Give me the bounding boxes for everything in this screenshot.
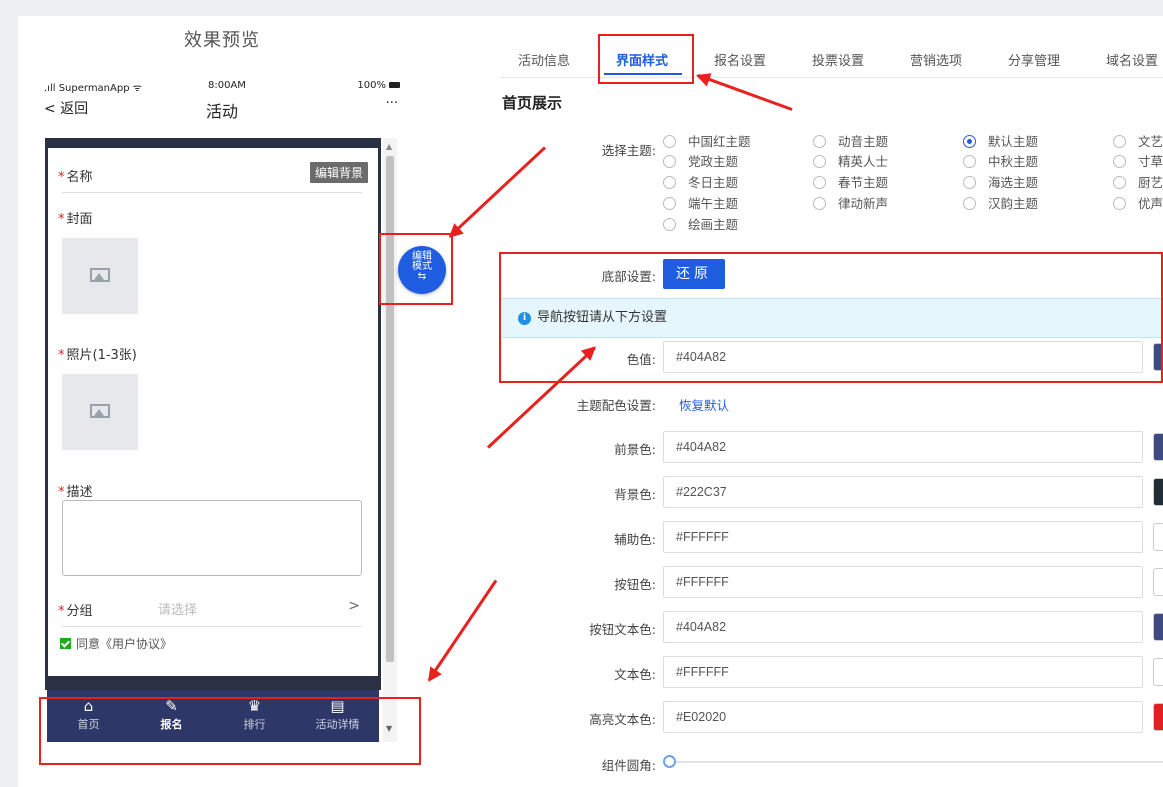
button-color-label: 按钮色:	[614, 577, 656, 592]
divider	[62, 192, 362, 193]
theme-label: 选择主题:	[601, 143, 656, 158]
background-color-input[interactable]: #222C37	[663, 476, 1143, 508]
button-text-color-swatch[interactable]	[1153, 613, 1163, 641]
theme-radio-selected[interactable]: 默认主题	[963, 131, 1038, 150]
image-icon	[90, 404, 110, 418]
slider-handle[interactable]	[663, 755, 676, 768]
reset-default-link[interactable]: 恢复默认	[679, 395, 729, 414]
theme-radio[interactable]: 文艺	[1113, 131, 1163, 150]
theme-radio[interactable]: 厨艺	[1113, 172, 1163, 191]
cover-field-label: * 封面	[58, 212, 93, 227]
more-icon[interactable]: ···	[386, 96, 398, 111]
theme-radio[interactable]: 端午主题	[663, 193, 738, 212]
image-icon	[90, 268, 110, 282]
auxiliary-color-label: 辅助色:	[614, 532, 656, 547]
carrier-label: .ıll SupermanApp ᯤ	[44, 83, 142, 94]
tab-marketing[interactable]: 营销选项	[910, 50, 962, 69]
annotation-box-bottom-settings	[499, 252, 1163, 383]
photo-field-label: * 照片(1-3张)	[58, 348, 137, 363]
text-color-input[interactable]: #FFFFFF	[663, 656, 1143, 688]
phone-page-title: 活动	[206, 102, 239, 121]
theme-radio[interactable]: 优声	[1113, 193, 1163, 212]
scrollbar-thumb[interactable]	[386, 156, 394, 662]
theme-radio[interactable]: 精英人士	[813, 151, 888, 170]
corner-radius-slider[interactable]	[663, 755, 1163, 768]
auxiliary-color-input[interactable]: #FFFFFF	[663, 521, 1143, 553]
section-title: 首页展示	[502, 94, 563, 112]
theme-radio[interactable]: 党政主题	[663, 151, 738, 170]
theme-radio[interactable]: 动音主题	[813, 131, 888, 150]
tab-share[interactable]: 分享管理	[1008, 50, 1060, 69]
foreground-color-swatch[interactable]	[1153, 433, 1163, 461]
highlight-text-color-label: 高亮文本色:	[589, 712, 656, 727]
theme-radio[interactable]: 海选主题	[963, 172, 1038, 191]
auxiliary-color-swatch[interactable]	[1153, 523, 1163, 551]
theme-radio[interactable]: 寸草	[1113, 151, 1163, 170]
foreground-color-input[interactable]: #404A82	[663, 431, 1143, 463]
annotation-box-tabbar	[39, 697, 421, 765]
background-color-swatch[interactable]	[1153, 478, 1163, 506]
tab-vote-settings[interactable]: 投票设置	[812, 50, 864, 69]
preview-title: 效果预览	[184, 30, 260, 51]
annotation-box-edit-mode	[379, 233, 453, 305]
edit-background-button[interactable]: 编辑背景	[309, 162, 368, 183]
theme-radio[interactable]: 中国红主题	[663, 131, 751, 150]
foreground-color-label: 前景色:	[614, 442, 656, 457]
tab-domain[interactable]: 域名设置	[1106, 50, 1158, 69]
cover-upload[interactable]	[62, 238, 138, 314]
text-color-label: 文本色:	[614, 667, 656, 682]
phone-nav-bar: < 返回 活动 ···	[44, 96, 400, 121]
group-select[interactable]: 请选择	[158, 599, 197, 618]
theme-radio[interactable]: 汉韵主题	[963, 193, 1038, 212]
theme-radio[interactable]: 律动新声	[813, 193, 888, 212]
scheme-label: 主题配色设置:	[576, 398, 656, 413]
phone-preview-screen: * 名称 编辑背景 * 封面 * 照片(1-3张) * 描述 * 分组 请选择 > 同意《…	[45, 138, 381, 690]
corner-radius-label: 组件圆角:	[601, 758, 656, 773]
theme-radio[interactable]: 绘画主题	[663, 214, 738, 233]
theme-radio[interactable]: 冬日主题	[663, 172, 738, 191]
battery-icon	[389, 82, 400, 88]
tab-activity-info[interactable]: 活动信息	[518, 50, 570, 69]
scroll-up-icon[interactable]: ▲	[386, 142, 392, 151]
name-field-label: * 名称	[58, 170, 93, 185]
background-color-label: 背景色:	[614, 487, 656, 502]
description-textarea[interactable]	[62, 500, 362, 576]
status-time: 8:00AM	[208, 80, 246, 91]
group-field-label: * 分组	[58, 604, 93, 619]
chevron-right-icon: >	[348, 598, 360, 614]
button-text-color-input[interactable]: #404A82	[663, 611, 1143, 643]
highlight-text-color-input[interactable]: #E02020	[663, 701, 1143, 733]
agreement-checkbox[interactable]: 同意《用户协议》	[60, 635, 172, 652]
text-color-swatch[interactable]	[1153, 658, 1163, 686]
back-button[interactable]: < 返回	[44, 98, 88, 118]
button-color-swatch[interactable]	[1153, 568, 1163, 596]
photo-upload[interactable]	[62, 374, 138, 450]
button-color-input[interactable]: #FFFFFF	[663, 566, 1143, 598]
preview-scrollbar[interactable]: ▲ ▼	[383, 138, 397, 742]
theme-radio[interactable]: 中秋主题	[963, 151, 1038, 170]
theme-radio[interactable]: 春节主题	[813, 172, 888, 191]
battery-indicator: 100%	[357, 80, 400, 91]
highlight-text-color-swatch[interactable]	[1153, 703, 1163, 731]
checkbox-checked-icon	[60, 638, 71, 649]
desc-field-label: * 描述	[58, 485, 93, 500]
button-text-color-label: 按钮文本色:	[589, 622, 656, 637]
tab-signup-settings[interactable]: 报名设置	[714, 50, 766, 69]
annotation-box-tab	[598, 34, 694, 84]
divider	[62, 626, 362, 627]
